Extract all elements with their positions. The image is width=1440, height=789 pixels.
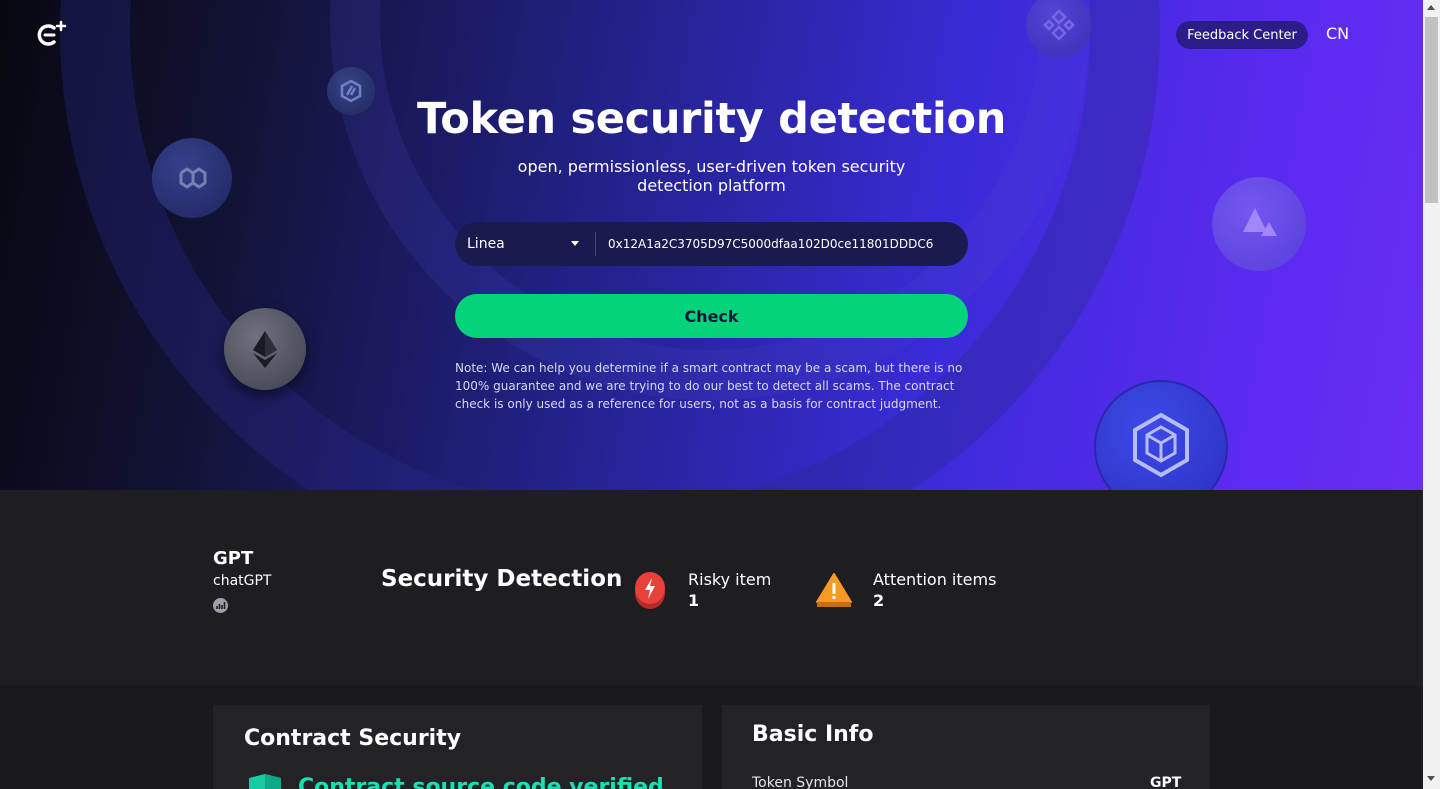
contract-address-input[interactable] — [596, 222, 968, 266]
chain-select-value: Linea — [467, 236, 505, 252]
chain-select[interactable]: Linea — [455, 222, 595, 266]
risky-item-label: Risky item — [688, 570, 772, 589]
scroll-up-arrow-icon[interactable] — [1427, 5, 1435, 10]
hero-section: Feedback Center CN Token security detect… — [0, 0, 1423, 490]
feedback-center-button[interactable]: Feedback Center — [1176, 21, 1308, 49]
chart-icon[interactable] — [213, 598, 228, 613]
scroll-down-arrow-icon[interactable] — [1427, 776, 1435, 781]
avalanche-icon — [1212, 177, 1306, 271]
page-scrollbar[interactable] — [1423, 0, 1440, 789]
basic-info-row-label: Token Symbol — [752, 775, 849, 789]
warning-icon — [815, 570, 853, 610]
shield-check-icon — [248, 774, 282, 789]
risk-lightning-icon — [634, 567, 666, 611]
chainlink-icon — [1094, 380, 1228, 490]
cs-logo-icon[interactable] — [32, 20, 68, 50]
page: Feedback Center CN Token security detect… — [0, 0, 1423, 789]
risky-item-count: 1 — [688, 591, 700, 610]
polygon-icon — [152, 138, 232, 218]
language-switch[interactable]: CN — [1326, 24, 1349, 43]
token-symbol: GPT — [213, 548, 254, 569]
token-name: chatGPT — [213, 573, 272, 589]
page-title: Token security detection — [416, 94, 1007, 144]
token-search-bar: Linea — [455, 222, 968, 266]
scrollbar-thumb[interactable] — [1425, 17, 1438, 203]
caret-down-icon — [571, 241, 579, 246]
page-subtitle: open, permissionless, user-driven token … — [517, 157, 906, 195]
attention-items-label: Attention items — [873, 570, 997, 589]
contract-verified-status: Contract source code verified — [298, 775, 664, 789]
basic-info-row-value: GPT — [1150, 775, 1182, 789]
check-button[interactable]: Check — [455, 294, 968, 338]
contract-security-title: Contract Security — [244, 726, 462, 751]
basic-info-title: Basic Info — [752, 722, 874, 747]
attention-items-count: 2 — [873, 591, 885, 610]
security-detection-title: Security Detection — [381, 566, 623, 592]
ethereum-icon — [224, 308, 306, 390]
disclaimer-note: Note: We can help you determine if a sma… — [455, 361, 963, 411]
